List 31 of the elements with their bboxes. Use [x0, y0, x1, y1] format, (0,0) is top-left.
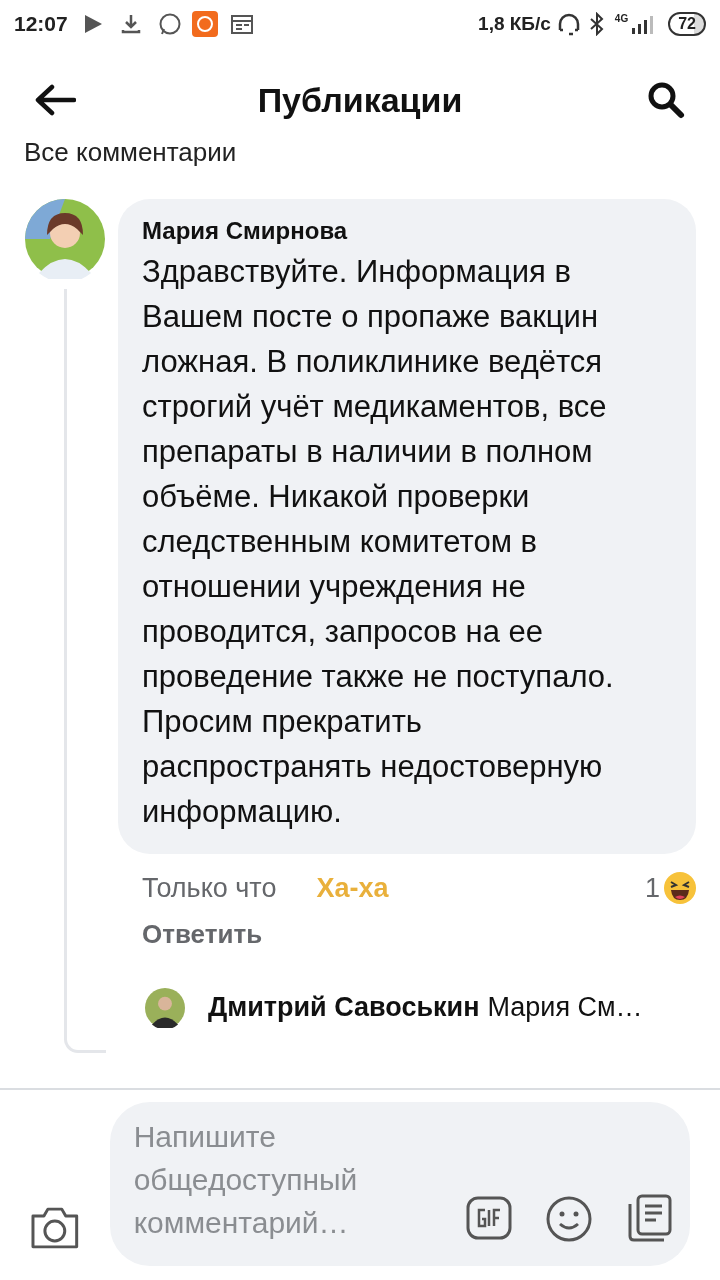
reply-author: Дмитрий Савоськин [208, 991, 480, 1025]
status-time: 12:07 [14, 11, 68, 38]
avatar-icon [142, 987, 188, 1028]
download-icon [119, 13, 142, 35]
comment-input-field[interactable]: Напишите общедоступный комментарий… [109, 1102, 690, 1266]
camera-icon [30, 1206, 80, 1250]
gif-icon [466, 1196, 512, 1240]
laughing-emoji-icon [664, 872, 696, 905]
comment-time: Только что [142, 872, 277, 905]
emoji-icon [546, 1196, 592, 1242]
network-type: 4G [614, 14, 629, 24]
reply-text: Мария См… [487, 991, 643, 1025]
battery-indicator: 72 [668, 12, 706, 36]
search-icon [646, 80, 686, 120]
sticker-icon [626, 1194, 674, 1242]
app-icon [191, 11, 218, 37]
reaction-button[interactable]: Ха-ха [316, 868, 389, 909]
reaction-count: 1 [644, 872, 660, 905]
input-placeholder: Напишите общедоступный комментарий… [133, 1119, 359, 1241]
page-title: Публикации [257, 79, 463, 121]
back-arrow-icon [34, 84, 76, 116]
bluetooth-icon [588, 12, 605, 36]
section-label: Все комментарии [24, 137, 237, 167]
network-speed: 1,8 КБ/с [478, 11, 551, 36]
calendar-icon [229, 13, 254, 35]
comment-text: Здравствуйте. Информация в Вашем посте о пропаже вакцин ложная. В поликлинике ведётся строгий учёт медикаментов, все препараты в наличии в полном объёме. Никакой проверки следственным комитетом в отношении учреждения не проводится, запросов на ее проведение также не поступало. Просим прекратить распространять недостоверную информацию. [142, 253, 615, 831]
comment-author: Мария Смирнова [142, 216, 349, 246]
chat-icon [157, 12, 182, 36]
avatar-icon [25, 199, 105, 279]
reply-button[interactable]: Ответить [142, 914, 263, 954]
headphones-icon [556, 12, 581, 36]
